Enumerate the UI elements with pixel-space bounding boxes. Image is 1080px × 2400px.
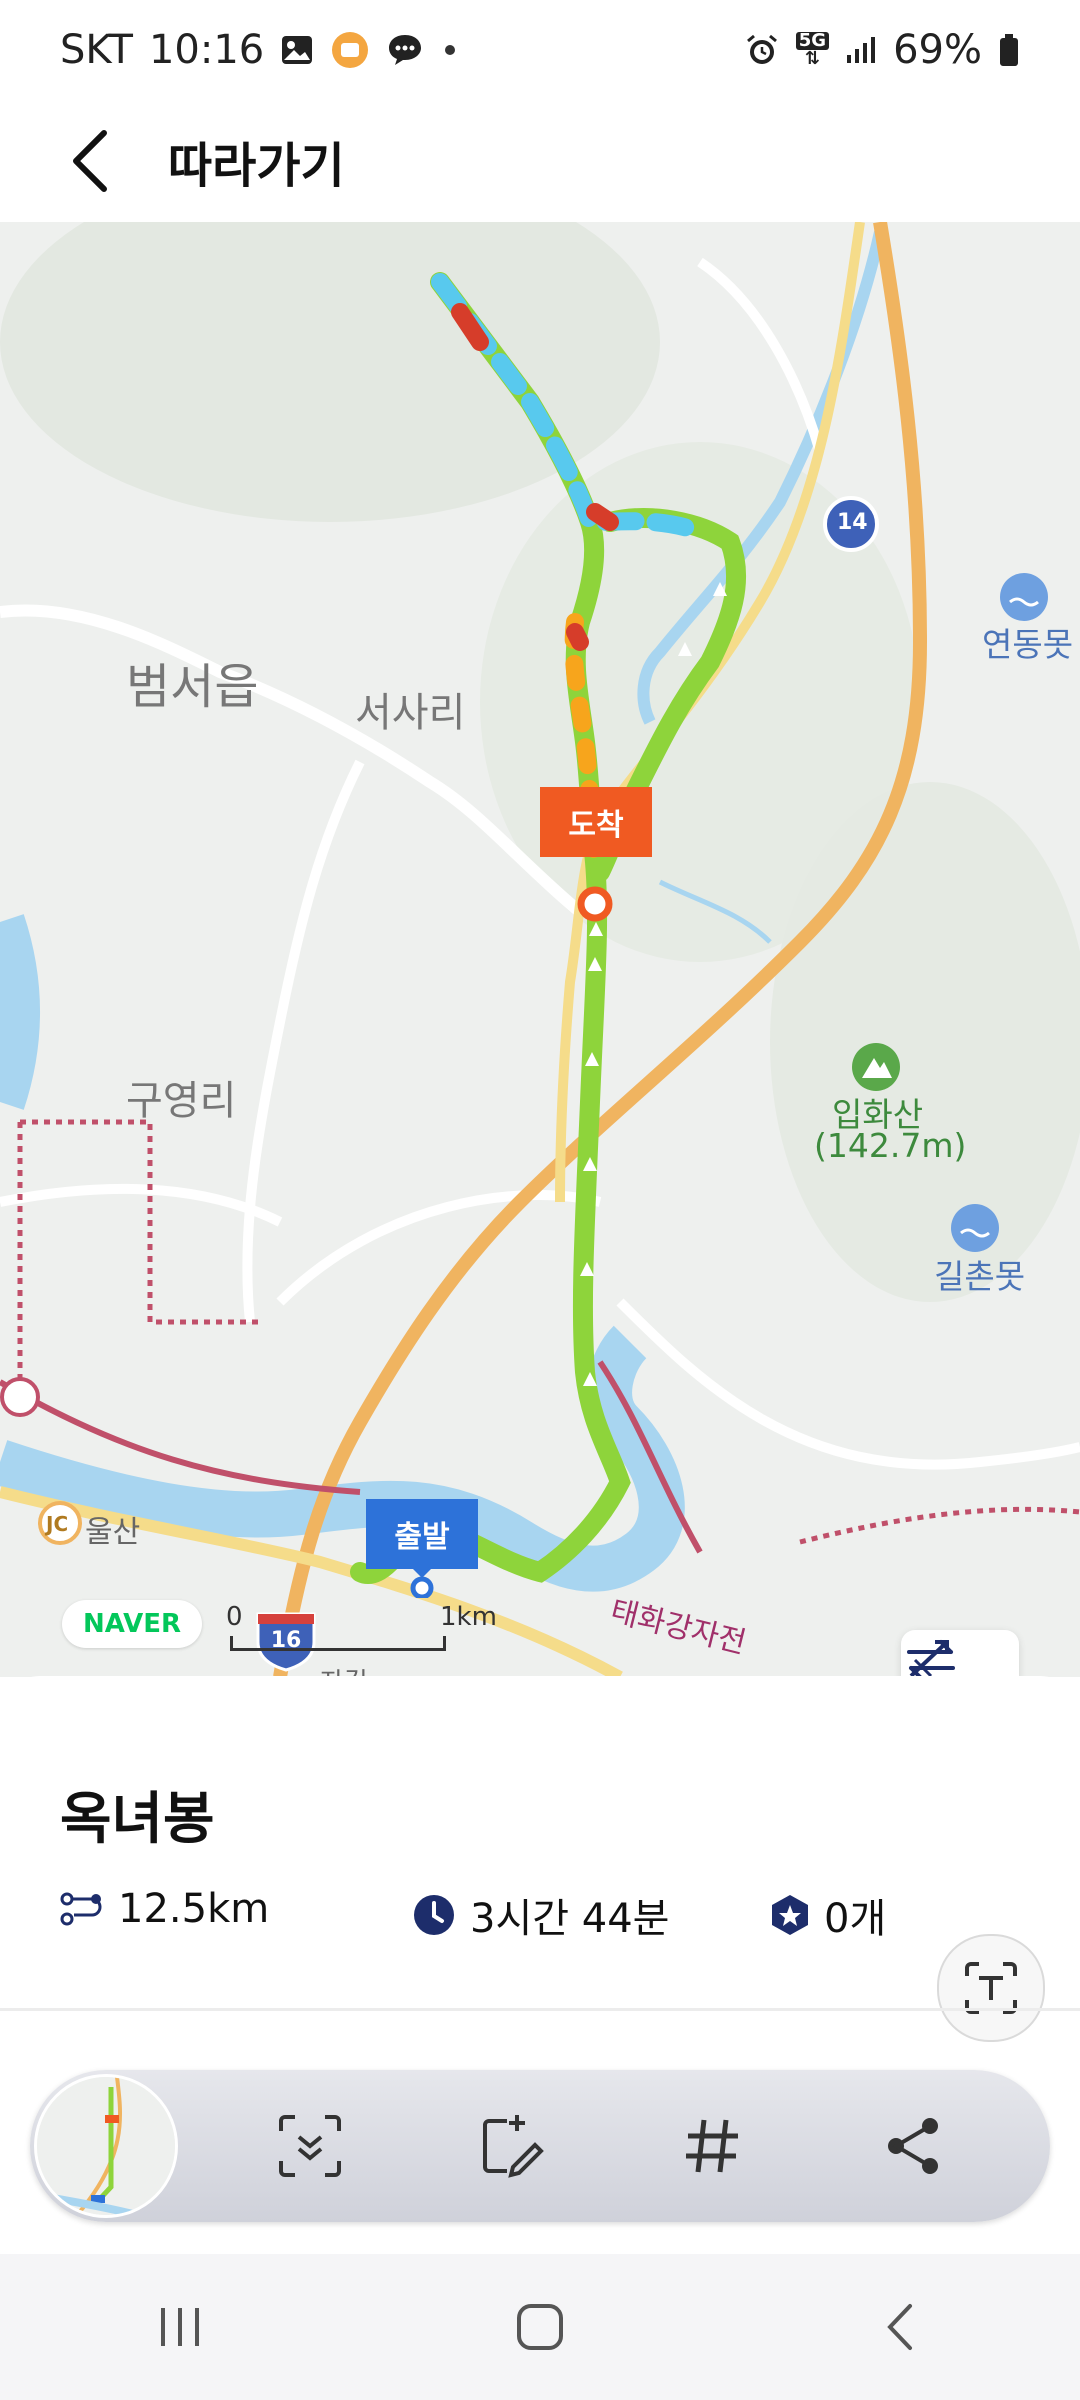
scale-unit: 1km xyxy=(440,1602,497,1632)
road xyxy=(242,759,365,1323)
dot-icon xyxy=(440,40,460,60)
clock-icon xyxy=(414,1895,454,1935)
stamp-stat: 0개 xyxy=(770,1886,886,1944)
hashtag-button[interactable] xyxy=(672,2106,752,2186)
scroll-capture-button[interactable] xyxy=(270,2106,350,2186)
gallery-icon xyxy=(280,34,314,66)
start-pin-icon xyxy=(408,1564,436,1598)
road xyxy=(0,1183,283,1227)
map-view[interactable]: 범서읍 서사리 구영리 울산 JC 연동못 입화산 (142.7m) 길촌못 1… xyxy=(0,222,1080,1677)
page-title: 따라가기 xyxy=(168,138,345,194)
map-label-yeondong: 연동못 xyxy=(982,625,1074,664)
system-nav-bar xyxy=(0,2254,1080,2400)
screenshot-thumbnail[interactable] xyxy=(34,2074,178,2218)
back-button[interactable] xyxy=(60,121,120,201)
clock: 10:16 xyxy=(148,27,265,73)
terrain-shade xyxy=(770,782,1080,1302)
duration-stat: 3시간 44분 xyxy=(412,1886,669,1944)
map-scale: 0 1km xyxy=(226,1602,497,1652)
recent-apps-button[interactable] xyxy=(120,2267,240,2387)
bike-poi-icon xyxy=(0,1377,40,1417)
map-canvas[interactable] xyxy=(0,222,1080,1677)
town-boundary xyxy=(799,1506,1080,1545)
hashtag-icon xyxy=(686,2119,738,2173)
edit-icon xyxy=(483,2115,544,2178)
mountain-poi-icon xyxy=(852,1043,900,1091)
map-label-iphwa-height: (142.7m) xyxy=(814,1126,967,1165)
map-tools xyxy=(901,1630,1019,1677)
scale-bar xyxy=(230,1636,446,1651)
duration-value: 3시간 44분 xyxy=(470,1896,670,1942)
screenshot-toolbar xyxy=(30,2070,1050,2222)
status-left: SKT 10:16 xyxy=(60,27,460,73)
map-label-guyeong: 구영리 xyxy=(126,1078,237,1124)
arrive-marker[interactable]: 도착 xyxy=(540,787,652,857)
app-header: 따라가기 xyxy=(0,100,1080,222)
home-button[interactable] xyxy=(480,2267,600,2387)
pond-poi-icon xyxy=(951,1204,999,1252)
edit-capture-button[interactable] xyxy=(472,2106,552,2186)
message-icon xyxy=(386,32,424,68)
map-label-seosa: 서사리 xyxy=(355,690,466,736)
thumbnail-map-icon xyxy=(37,2077,175,2215)
road xyxy=(697,257,825,454)
signal-icon xyxy=(845,35,877,65)
carrier-label: SKT xyxy=(60,27,133,73)
route-distance-icon xyxy=(60,1892,102,1926)
swap-icon xyxy=(907,1640,955,1677)
map-label-jagil: 자길 xyxy=(320,1662,368,1677)
share-icon xyxy=(888,2118,938,2174)
data-arrows-icon: ⇅ xyxy=(804,48,820,69)
naver-logo: NAVER xyxy=(62,1600,202,1648)
river xyxy=(0,914,40,1110)
status-right: 5G ⇅ 69% xyxy=(744,27,1020,73)
back-icon xyxy=(887,2304,912,2350)
map-label-beomseo: 범서읍 xyxy=(126,659,259,715)
5g-icon: 5G ⇅ xyxy=(795,32,830,69)
stamp-count: 0개 xyxy=(824,1896,887,1942)
stamp-badge-icon xyxy=(772,1895,808,1935)
alarm-icon xyxy=(744,32,780,68)
system-back-button[interactable] xyxy=(840,2267,960,2387)
course-name: 옥녀봉 xyxy=(60,1787,215,1852)
recent-apps-icon xyxy=(161,2308,199,2346)
scale-zero: 0 xyxy=(226,1602,243,1632)
map-label-ulsan: 울산 xyxy=(85,1515,141,1550)
road-badge-14-label: 14 xyxy=(837,510,868,535)
sheet-divider xyxy=(0,2008,1080,2011)
battery-icon xyxy=(998,33,1020,67)
battery-percent: 69% xyxy=(893,27,982,73)
distance-stat: 12.5km xyxy=(60,1886,269,1932)
text-extract-button[interactable] xyxy=(937,1934,1045,2042)
status-bar: SKT 10:16 5G ⇅ 69% xyxy=(0,0,1080,100)
scroll-capture-icon xyxy=(279,2115,341,2177)
town-boundary xyxy=(17,1119,260,1382)
app-badge-icon xyxy=(330,30,370,70)
chevron-left-icon xyxy=(73,130,107,192)
share-button[interactable] xyxy=(874,2106,954,2186)
course-stats: 12.5km 3시간 44분 0개 xyxy=(60,1886,960,1946)
arrive-point[interactable] xyxy=(577,886,613,922)
map-label-gilchon: 길촌못 xyxy=(934,1257,1026,1296)
start-marker[interactable]: 출발 xyxy=(366,1499,478,1569)
pond-poi-icon xyxy=(1000,573,1048,621)
distance-value: 12.5km xyxy=(118,1886,270,1932)
road xyxy=(616,1298,1080,1470)
home-icon xyxy=(517,2304,563,2350)
map-label-jc: JC xyxy=(46,1512,69,1536)
